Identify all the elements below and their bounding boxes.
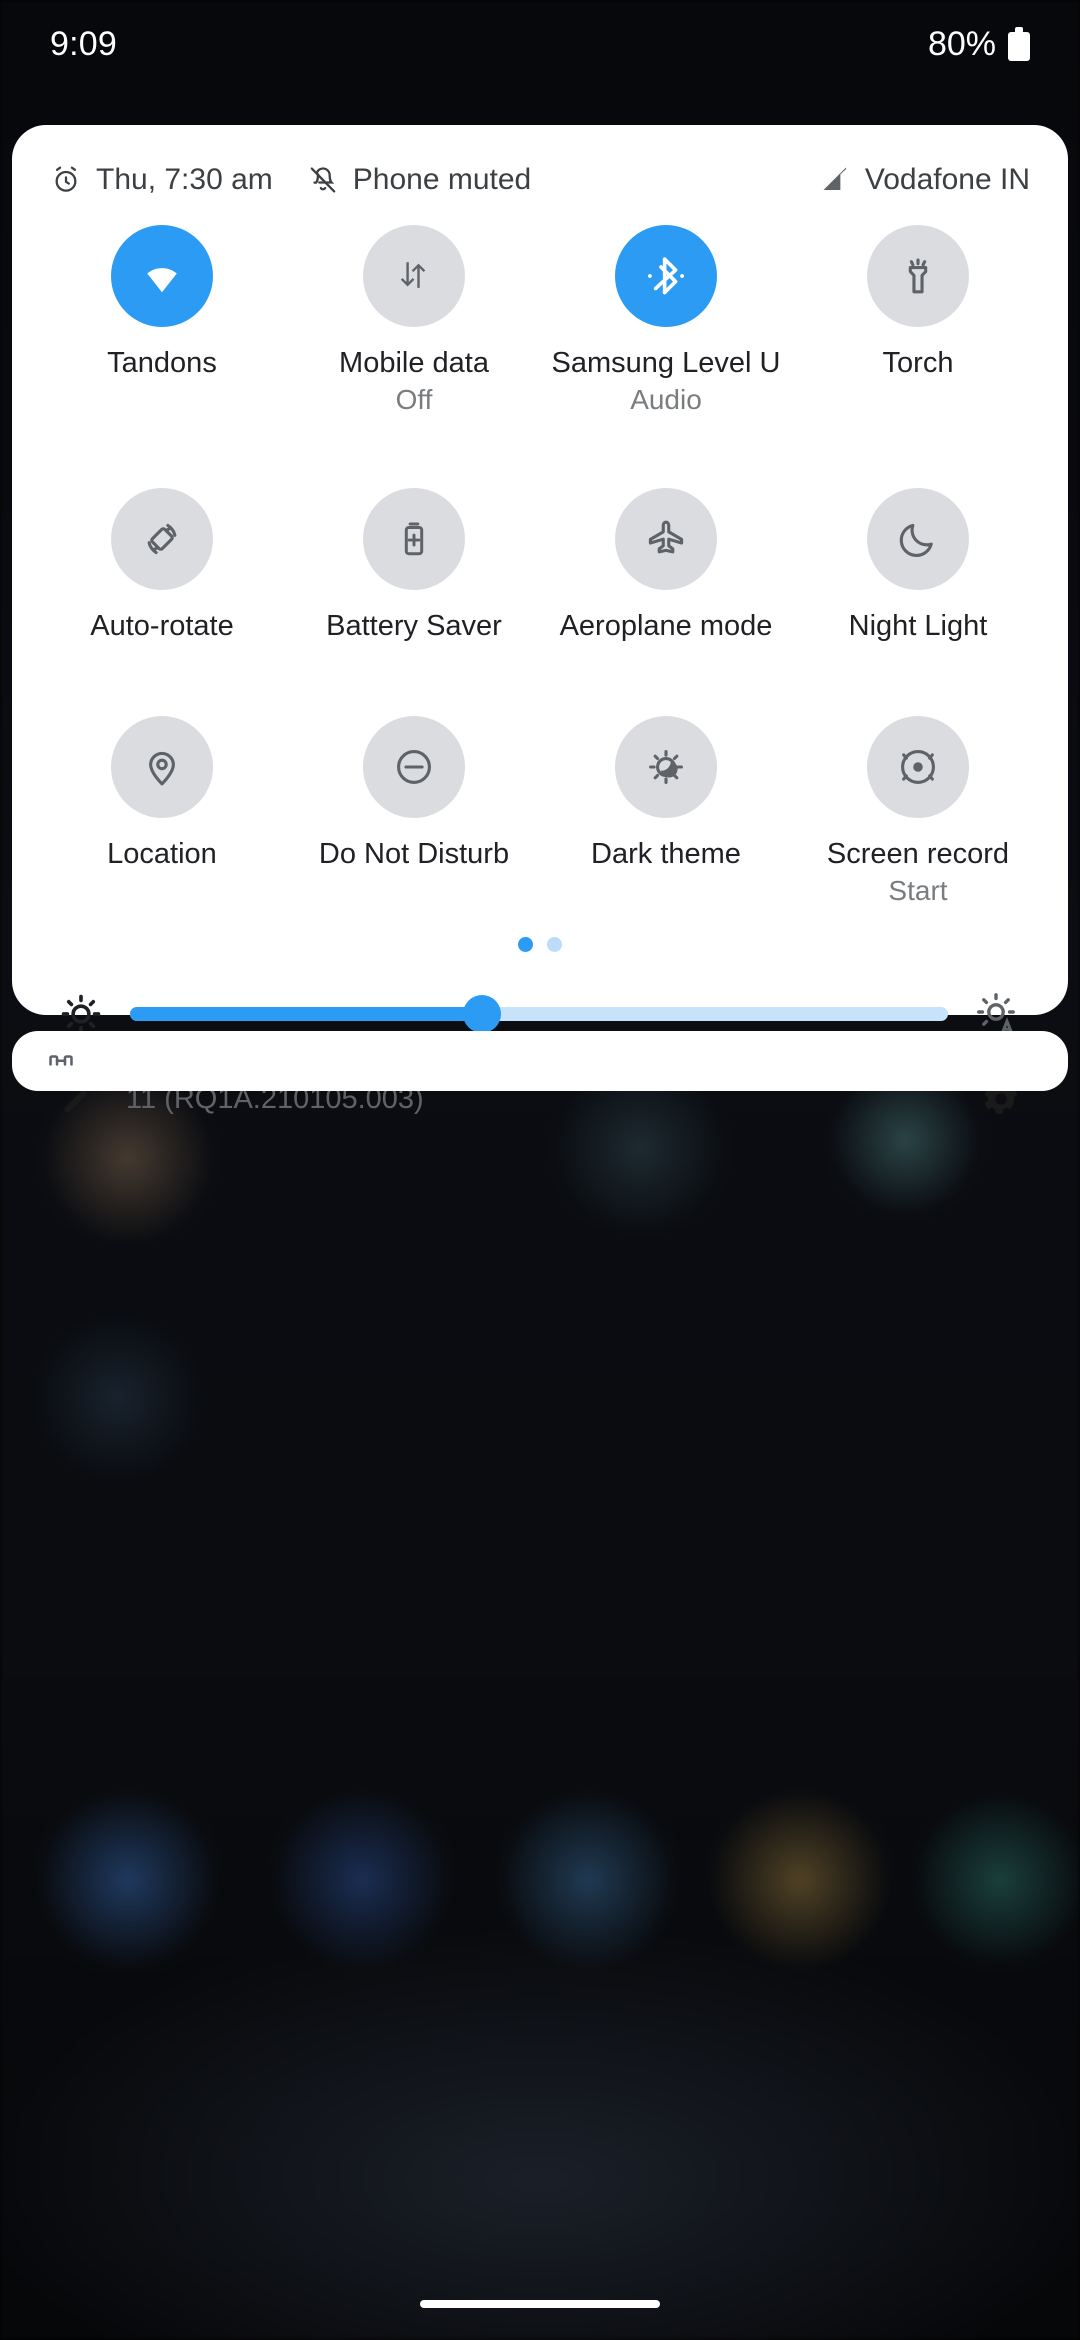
- tile-label: Mobile data: [339, 347, 489, 379]
- carrier-status[interactable]: Vodafone IN: [821, 163, 1030, 197]
- tile-label: Samsung Level U: [551, 347, 781, 379]
- airplane-icon: [644, 517, 688, 561]
- alarm-status[interactable]: Thu, 7:30 am: [50, 163, 273, 197]
- do-not-disturb-icon: [392, 745, 436, 789]
- brightness-slider-thumb[interactable]: [462, 995, 501, 1034]
- tile-bluetooth[interactable]: Samsung Level U Audio: [540, 225, 792, 416]
- tile-screen-record-circle[interactable]: [867, 715, 969, 818]
- status-bar-right: 80%: [928, 25, 1030, 64]
- vpn-key-icon: [44, 1044, 78, 1078]
- tile-location[interactable]: Location: [36, 715, 288, 907]
- tile-wifi[interactable]: Tandons: [36, 225, 288, 416]
- tile-do-not-disturb-circle[interactable]: [363, 715, 465, 818]
- bluetooth-icon: [643, 253, 689, 299]
- flashlight-icon: [896, 254, 940, 298]
- battery-saver-icon: [393, 518, 435, 560]
- alarm-clock-icon: [50, 164, 82, 196]
- alarm-text: Thu, 7:30 am: [96, 163, 273, 196]
- page-indicator[interactable]: [12, 937, 1068, 953]
- screen-record-icon: [896, 745, 940, 789]
- tile-night-light[interactable]: Night Light: [792, 488, 1044, 643]
- tile-row: Tandons Mobile data Off Samsung Level U …: [36, 225, 1044, 416]
- tile-sublabel: Start: [888, 875, 948, 907]
- brightness-slider[interactable]: [130, 993, 948, 1035]
- tile-label: Aeroplane mode: [559, 610, 773, 643]
- signal-bars-icon: [821, 165, 851, 195]
- status-bar: 9:09 80%: [0, 0, 1080, 88]
- tile-location-circle[interactable]: [111, 715, 213, 818]
- tile-label: Dark theme: [591, 837, 741, 870]
- page-dot-2[interactable]: [547, 937, 562, 953]
- ringer-text: Phone muted: [352, 163, 532, 196]
- tile-aeroplane-mode-circle[interactable]: [615, 488, 717, 591]
- tile-label: Night Light: [848, 610, 988, 643]
- quick-settings-panel: Thu, 7:30 am Phone muted Vodafone IN Tan…: [12, 125, 1068, 1115]
- brightness-slider-fill: [130, 1007, 482, 1022]
- carrier-name: Vodafone IN: [864, 163, 1030, 196]
- notification-card[interactable]: [12, 1031, 1068, 1091]
- tile-dark-theme-circle[interactable]: [615, 715, 717, 818]
- tile-auto-rotate[interactable]: Auto-rotate: [36, 488, 288, 643]
- tile-mobile-data-circle[interactable]: [363, 225, 465, 327]
- tile-sublabel: Off: [395, 384, 433, 416]
- dark-theme-icon: [644, 745, 688, 789]
- tile-auto-rotate-circle[interactable]: [111, 488, 213, 591]
- tile-mobile-data[interactable]: Mobile data Off: [288, 225, 540, 416]
- wifi-icon: [139, 253, 185, 299]
- tile-label: Torch: [882, 347, 954, 379]
- quick-settings-header: Thu, 7:30 am Phone muted Vodafone IN: [12, 149, 1068, 211]
- tile-label: Screen record: [826, 837, 1010, 870]
- tile-label: Location: [107, 837, 217, 870]
- battery-percent-label: 80%: [927, 24, 996, 63]
- tile-dark-theme[interactable]: Dark theme: [540, 715, 792, 907]
- tile-torch[interactable]: Torch: [792, 225, 1044, 416]
- status-bar-clock: 9:09: [50, 24, 117, 63]
- tile-screen-record[interactable]: Screen record Start: [792, 715, 1044, 907]
- tile-night-light-circle[interactable]: [867, 488, 969, 591]
- moon-icon: [896, 517, 940, 561]
- tile-torch-circle[interactable]: [867, 225, 969, 327]
- page-dot-1[interactable]: [518, 937, 533, 953]
- tile-bluetooth-circle[interactable]: [615, 225, 717, 327]
- mobile-data-icon: [392, 254, 436, 298]
- tile-sublabel: Audio: [630, 384, 702, 416]
- quick-settings-tile-grid: Tandons Mobile data Off Samsung Level U …: [12, 225, 1068, 907]
- tile-label: Auto-rotate: [90, 610, 234, 643]
- ringer-status[interactable]: Phone muted: [307, 163, 531, 197]
- phone-screen: 9:09 80% Thu, 7:30 am Phone muted Vodafo…: [0, 0, 1080, 2340]
- tile-aeroplane-mode[interactable]: Aeroplane mode: [540, 488, 792, 643]
- bell-off-icon: [307, 164, 339, 196]
- auto-rotate-icon: [140, 517, 184, 561]
- tile-label: Battery Saver: [326, 610, 502, 643]
- location-pin-icon: [140, 745, 184, 789]
- tile-do-not-disturb[interactable]: Do Not Disturb: [288, 715, 540, 907]
- tile-battery-saver-circle[interactable]: [363, 488, 465, 591]
- tile-row: Location Do Not Disturb Dark theme Scree…: [36, 715, 1044, 907]
- tile-label: Tandons: [107, 347, 217, 379]
- tile-battery-saver[interactable]: Battery Saver: [288, 488, 540, 643]
- tile-label: Do Not Disturb: [318, 837, 510, 870]
- tile-wifi-circle[interactable]: [111, 225, 213, 327]
- tile-row: Auto-rotate Battery Saver Aeroplane mode…: [36, 488, 1044, 643]
- battery-icon: [1008, 27, 1030, 61]
- navigation-home-pill[interactable]: [420, 2300, 660, 2308]
